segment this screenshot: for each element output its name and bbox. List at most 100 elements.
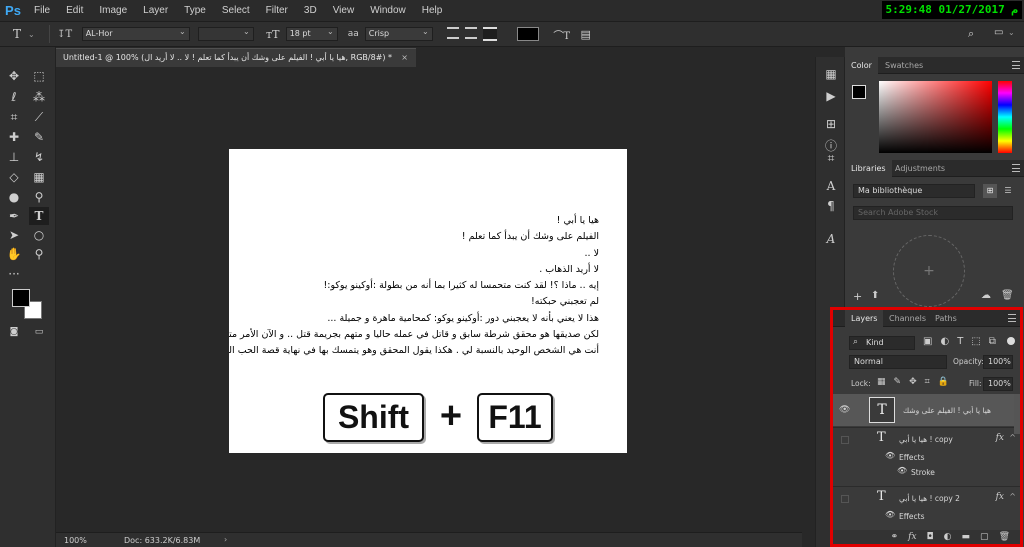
move-tool-icon[interactable]: ✥ xyxy=(4,67,24,85)
menu-edit[interactable]: Edit xyxy=(58,5,91,16)
eraser-icon[interactable]: ◇ xyxy=(4,168,24,186)
grid-view-icon[interactable]: ⊞ xyxy=(983,184,997,198)
panel-menu-icon[interactable] xyxy=(1008,314,1016,322)
chevron-up-icon[interactable]: ^ xyxy=(1009,433,1016,442)
quick-mask-icon[interactable]: ◙ xyxy=(4,323,24,341)
more-tools-icon[interactable]: ··· xyxy=(4,265,24,283)
toggle-orientation-icon[interactable]: ↧T xyxy=(56,29,74,40)
filter-toggle[interactable] xyxy=(1007,337,1015,345)
panel-menu-icon[interactable] xyxy=(1012,61,1020,69)
hand-tool-icon[interactable]: ✋ xyxy=(4,245,24,263)
align-center-icon[interactable] xyxy=(464,27,477,39)
glyphs-panel-icon[interactable]: A xyxy=(821,230,841,248)
status-arrow-icon[interactable]: › xyxy=(224,535,227,544)
filter-type-icon[interactable]: T xyxy=(957,336,963,347)
chevron-down-icon[interactable]: ⌄ xyxy=(1008,28,1015,37)
menu-file[interactable]: File xyxy=(26,5,58,16)
menu-window[interactable]: Window xyxy=(362,5,414,16)
cloud-icon[interactable]: ☁ xyxy=(981,290,991,301)
document-canvas[interactable]: هيا يا أبي ! الفيلم على وشك أن يبدأ كما … xyxy=(229,149,627,453)
library-add-circle[interactable]: + xyxy=(893,235,965,307)
opacity-input[interactable]: 100% xyxy=(983,355,1013,369)
tab-adjustments[interactable]: Adjustments xyxy=(889,160,951,177)
properties-panel-icon[interactable]: ⊞ xyxy=(821,115,841,133)
menu-view[interactable]: View xyxy=(325,5,363,16)
fx-icon[interactable]: fx xyxy=(996,492,1004,502)
align-right-icon[interactable] xyxy=(482,27,497,41)
lock-position-icon[interactable]: ✥ xyxy=(909,377,917,387)
color-picker-field[interactable] xyxy=(879,81,992,153)
blend-mode-select[interactable]: Normal xyxy=(849,355,947,369)
lock-all-icon[interactable]: 🔒 xyxy=(938,377,949,387)
character-panel-icon[interactable]: A xyxy=(821,177,841,195)
zoom-tool-icon[interactable]: ⚲ xyxy=(29,245,49,263)
lock-pixels-icon[interactable]: ✎ xyxy=(894,377,902,387)
menu-image[interactable]: Image xyxy=(91,5,135,16)
ellipse-tool-icon[interactable]: ○ xyxy=(29,226,49,244)
crop-tool-icon[interactable]: ⌗ xyxy=(4,108,24,126)
hue-slider[interactable] xyxy=(998,81,1012,153)
filter-adjustment-icon[interactable]: ◐ xyxy=(940,336,949,347)
foreground-color-swatch[interactable] xyxy=(852,85,866,99)
filter-smart-object-icon[interactable]: ⧉ xyxy=(989,336,996,347)
visibility-box[interactable] xyxy=(841,436,849,444)
brushes-panel-icon[interactable]: ⌗ xyxy=(821,149,841,167)
list-view-icon[interactable]: ☰ xyxy=(1001,184,1015,198)
layer-name[interactable]: هيا يا أبي ! copy 2 xyxy=(899,494,960,503)
text-color-swatch[interactable] xyxy=(516,27,539,41)
visibility-box[interactable] xyxy=(841,495,849,503)
clone-stamp-icon[interactable]: ⊥ xyxy=(4,148,24,166)
dodge-tool-icon[interactable]: ⚲ xyxy=(29,188,49,206)
filter-shape-icon[interactable]: ⬚ xyxy=(971,336,980,347)
type-tool-preset-icon[interactable]: T xyxy=(6,27,28,41)
add-content-icon[interactable]: + xyxy=(853,290,862,303)
history-panel-icon[interactable]: ▦ xyxy=(821,65,841,83)
actions-play-icon[interactable]: ▶ xyxy=(821,87,841,105)
marquee-tool-icon[interactable]: ⬚ xyxy=(29,67,49,85)
screen-mode-icon[interactable]: ▭ xyxy=(29,323,49,341)
new-layer-icon[interactable]: ▢ xyxy=(980,532,989,542)
library-search-input[interactable]: Search Adobe Stock xyxy=(853,206,1013,220)
doc-size[interactable]: Doc: 633.2K/6.83M xyxy=(124,536,200,545)
menu-help[interactable]: Help xyxy=(414,5,451,16)
menu-3d[interactable]: 3D xyxy=(296,5,325,16)
history-brush-icon[interactable]: ↯ xyxy=(29,148,49,166)
paragraph-panel-icon[interactable]: ¶ xyxy=(821,197,841,215)
artboard-icon[interactable]: ⌗ xyxy=(925,377,930,387)
workspace-icon[interactable]: ▭ xyxy=(994,27,1003,38)
eye-icon[interactable]: 👁 xyxy=(839,405,850,415)
blur-tool-icon[interactable]: ● xyxy=(4,188,24,206)
tab-swatches[interactable]: Swatches xyxy=(879,57,929,74)
brush-tool-icon[interactable]: ✎ xyxy=(29,128,49,146)
layers-scrollbar[interactable] xyxy=(1014,394,1020,434)
foreground-color[interactable] xyxy=(12,289,30,307)
type-tool-icon[interactable]: T xyxy=(29,207,49,225)
menu-type[interactable]: Type xyxy=(176,5,214,16)
layer-row[interactable]: T هيا يا أبي ! copy 2 fx ^ 👁 Effects xyxy=(833,486,1020,528)
warp-text-icon[interactable]: ⌒T xyxy=(553,27,571,42)
upload-icon[interactable]: ⬆ xyxy=(871,290,879,301)
layer-row[interactable]: T هيا يا أبي ! copy fx ^ 👁 Effects 👁 Str… xyxy=(833,427,1020,485)
text-layer-content[interactable]: هيا يا أبي ! الفيلم على وشك أن يبدأ كما … xyxy=(229,213,599,360)
tab-paths[interactable]: Paths xyxy=(929,310,963,327)
link-layers-icon[interactable]: ⚭ xyxy=(891,532,899,542)
fill-input[interactable]: 100% xyxy=(983,377,1013,391)
tab-layers[interactable]: Layers xyxy=(845,310,884,327)
pen-tool-icon[interactable]: ✒ xyxy=(4,207,24,225)
eye-icon[interactable]: 👁 xyxy=(885,510,895,519)
character-panel-icon[interactable]: ▤ xyxy=(577,28,595,41)
menu-filter[interactable]: Filter xyxy=(258,5,296,16)
gradient-tool-icon[interactable]: ▦ xyxy=(29,168,49,186)
layer-row[interactable]: 👁 T هيا يا أبي ! الفيلم على وشك ... xyxy=(833,394,1020,426)
delete-layer-icon[interactable]: 🗑 xyxy=(999,532,1010,542)
lock-transparency-icon[interactable]: ▦ xyxy=(877,377,886,387)
tab-color[interactable]: Color xyxy=(845,57,878,74)
search-icon[interactable]: ⌕ xyxy=(968,27,974,41)
tab-libraries[interactable]: Libraries xyxy=(845,160,892,177)
layer-name[interactable]: هيا يا أبي ! الفيلم على وشك ... xyxy=(901,406,991,415)
lasso-tool-icon[interactable]: ℓ xyxy=(4,88,24,106)
eyedropper-icon[interactable]: ⟋ xyxy=(29,108,49,126)
align-left-icon[interactable] xyxy=(446,27,459,39)
magic-wand-icon[interactable]: ⁂ xyxy=(29,88,49,106)
eye-icon[interactable]: 👁 xyxy=(885,451,895,460)
